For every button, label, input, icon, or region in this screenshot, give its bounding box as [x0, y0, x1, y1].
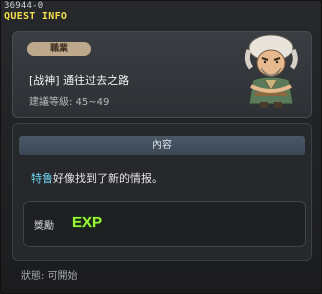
quest-name: [战神] 通往过去之路 [29, 74, 130, 87]
quest-contents-panel: 內容 特鲁好像找到了新的情报。 獎勵 EXP [12, 123, 312, 261]
quest-id: 36944-0 [4, 1, 44, 11]
quest-level: 建議等級: 45~49 [29, 97, 110, 108]
job-badge: 職業 [27, 42, 91, 56]
contents-message: 好像找到了新的情报。 [53, 172, 163, 185]
reward-label: 獎勵 [34, 221, 54, 232]
window-title: QUEST INFO [4, 11, 68, 22]
quest-status: 狀態: 可開始 [21, 271, 78, 282]
quest-info-window: 36944-0 QUEST INFO 職業 [战神] 通往过去之路 建議等級: … [0, 0, 322, 294]
npc-portrait [244, 34, 298, 108]
contents-text: 特鲁好像找到了新的情报。 [31, 170, 163, 186]
npc-name-link: 特鲁 [31, 172, 53, 185]
quest-summary-panel: 職業 [战神] 通往过去之路 建議等級: 45~49 [12, 31, 312, 118]
exp-icon-text: EXP [72, 214, 102, 231]
reward-box: 獎勵 EXP [23, 201, 306, 247]
contents-header: 內容 [19, 136, 305, 155]
exp-icon: EXP [71, 213, 102, 231]
